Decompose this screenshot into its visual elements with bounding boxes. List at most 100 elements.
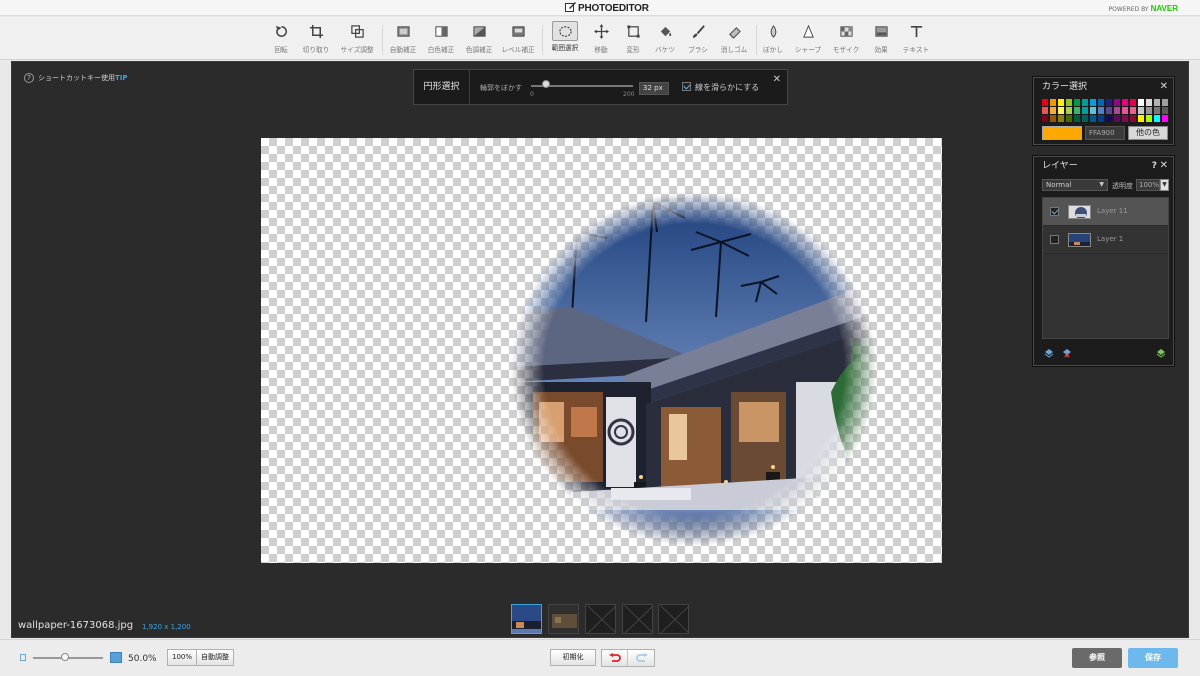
color-swatch[interactable]: [1074, 115, 1080, 122]
color-swatch[interactable]: [1074, 99, 1080, 106]
tool-transform[interactable]: 変形: [615, 21, 651, 57]
color-swatch[interactable]: [1058, 107, 1064, 114]
color-swatch[interactable]: [1114, 99, 1120, 106]
tool-auto-correct[interactable]: 自動補正: [385, 21, 421, 57]
color-swatch[interactable]: [1122, 99, 1128, 106]
layer-visibility-checkbox[interactable]: [1050, 207, 1059, 216]
zoom-slider-handle[interactable]: [61, 653, 69, 661]
browse-button[interactable]: 参照: [1072, 648, 1122, 668]
hex-color-input[interactable]: FFA900: [1085, 126, 1125, 140]
color-swatch[interactable]: [1146, 99, 1152, 106]
layer-visibility-checkbox[interactable]: [1050, 235, 1059, 244]
color-swatch[interactable]: [1122, 107, 1128, 114]
color-swatch[interactable]: [1042, 115, 1048, 122]
zoom-in-icon[interactable]: [110, 652, 122, 663]
current-color-swatch[interactable]: [1042, 126, 1082, 140]
close-icon[interactable]: ✕: [773, 74, 781, 85]
redo-button[interactable]: [629, 650, 655, 666]
color-swatch[interactable]: [1106, 107, 1112, 114]
color-swatch[interactable]: [1106, 115, 1112, 122]
color-swatch[interactable]: [1050, 115, 1056, 122]
tool-eraser[interactable]: 消しゴム: [716, 21, 752, 57]
color-swatch[interactable]: [1042, 107, 1048, 114]
color-swatch[interactable]: [1130, 99, 1136, 106]
feather-value-input[interactable]: 32 px: [639, 82, 669, 95]
color-swatch[interactable]: [1146, 107, 1152, 114]
color-swatch[interactable]: [1090, 107, 1096, 114]
color-swatch[interactable]: [1066, 99, 1072, 106]
tool-brush[interactable]: ブラシ: [680, 21, 716, 57]
reset-button[interactable]: 初期化: [550, 649, 596, 666]
zoom-100-button[interactable]: 100%: [167, 649, 197, 666]
color-swatch[interactable]: [1082, 107, 1088, 114]
tool-rotate[interactable]: 回転: [263, 21, 299, 57]
tool-resize[interactable]: サイズ調整: [339, 21, 375, 57]
tool-text[interactable]: テキスト: [898, 21, 934, 57]
tool-color-correct[interactable]: 色調補正: [461, 21, 497, 57]
color-swatch[interactable]: [1114, 107, 1120, 114]
opacity-input[interactable]: 100%: [1136, 179, 1160, 191]
tool-bucket[interactable]: バケツ: [647, 21, 683, 57]
color-swatch[interactable]: [1066, 115, 1072, 122]
color-swatch[interactable]: [1098, 115, 1104, 122]
color-swatch[interactable]: [1146, 115, 1152, 122]
color-swatch[interactable]: [1098, 107, 1104, 114]
smooth-checkbox[interactable]: [682, 82, 691, 91]
tool-level[interactable]: レベル補正: [500, 21, 536, 57]
color-swatch[interactable]: [1138, 99, 1144, 106]
color-swatch[interactable]: [1090, 99, 1096, 106]
color-swatch[interactable]: [1042, 99, 1048, 106]
color-swatch[interactable]: [1082, 115, 1088, 122]
color-swatch[interactable]: [1162, 107, 1168, 114]
close-icon[interactable]: ✕: [1160, 78, 1168, 96]
color-swatch[interactable]: [1130, 115, 1136, 122]
color-swatch[interactable]: [1074, 107, 1080, 114]
thumbnail-empty-slot[interactable]: [585, 604, 616, 634]
thumbnail-empty-slot[interactable]: [658, 604, 689, 634]
color-swatch[interactable]: [1130, 107, 1136, 114]
tool-crop[interactable]: 切り取り: [298, 21, 334, 57]
tool-ellipse-select[interactable]: 範囲選択: [547, 21, 583, 57]
color-swatch[interactable]: [1082, 99, 1088, 106]
feather-slider-handle[interactable]: [542, 80, 550, 88]
color-swatch[interactable]: [1162, 115, 1168, 122]
delete-layer-icon[interactable]: [1062, 348, 1072, 358]
color-swatch[interactable]: [1106, 99, 1112, 106]
help-icon[interactable]: ?: [1152, 157, 1157, 175]
thumbnail-empty-slot[interactable]: [622, 604, 653, 634]
color-swatch[interactable]: [1122, 115, 1128, 122]
tool-blur[interactable]: ぼかし: [755, 21, 791, 57]
tool-white-balance[interactable]: 白色補正: [423, 21, 459, 57]
color-swatch[interactable]: [1154, 99, 1160, 106]
color-swatch[interactable]: [1058, 99, 1064, 106]
add-layer-icon[interactable]: [1044, 348, 1054, 358]
color-swatch[interactable]: [1098, 99, 1104, 106]
undo-button[interactable]: [602, 650, 628, 666]
thumbnail-item[interactable]: [548, 604, 579, 634]
color-swatch[interactable]: [1138, 107, 1144, 114]
thumbnail-item[interactable]: [511, 604, 542, 634]
close-icon[interactable]: ✕: [1160, 157, 1168, 175]
opacity-dropdown-button[interactable]: ▼: [1160, 179, 1169, 191]
zoom-out-icon[interactable]: [20, 654, 26, 661]
color-swatch[interactable]: [1050, 107, 1056, 114]
layer-row[interactable]: Layer 11: [1043, 198, 1168, 226]
other-color-button[interactable]: 他の色: [1128, 126, 1168, 140]
tool-sharpen[interactable]: シャープ: [790, 21, 826, 57]
color-swatch[interactable]: [1058, 115, 1064, 122]
tool-mosaic[interactable]: モザイク: [828, 21, 864, 57]
tool-effect[interactable]: 効果: [863, 21, 899, 57]
color-swatch[interactable]: [1066, 107, 1072, 114]
smooth-edge-option[interactable]: 線を滑らかにする: [682, 82, 759, 93]
auto-fit-button[interactable]: 自動調整: [196, 649, 234, 666]
save-button[interactable]: 保存: [1128, 648, 1178, 668]
color-swatch[interactable]: [1138, 115, 1144, 122]
layer-row[interactable]: Layer 1: [1043, 226, 1168, 254]
color-swatch[interactable]: [1154, 107, 1160, 114]
color-swatch[interactable]: [1154, 115, 1160, 122]
merge-layer-icon[interactable]: [1156, 348, 1166, 358]
image-canvas[interactable]: [261, 138, 942, 563]
blend-mode-select[interactable]: Normal ▼: [1042, 179, 1108, 191]
color-swatch[interactable]: [1114, 115, 1120, 122]
color-swatch[interactable]: [1050, 99, 1056, 106]
